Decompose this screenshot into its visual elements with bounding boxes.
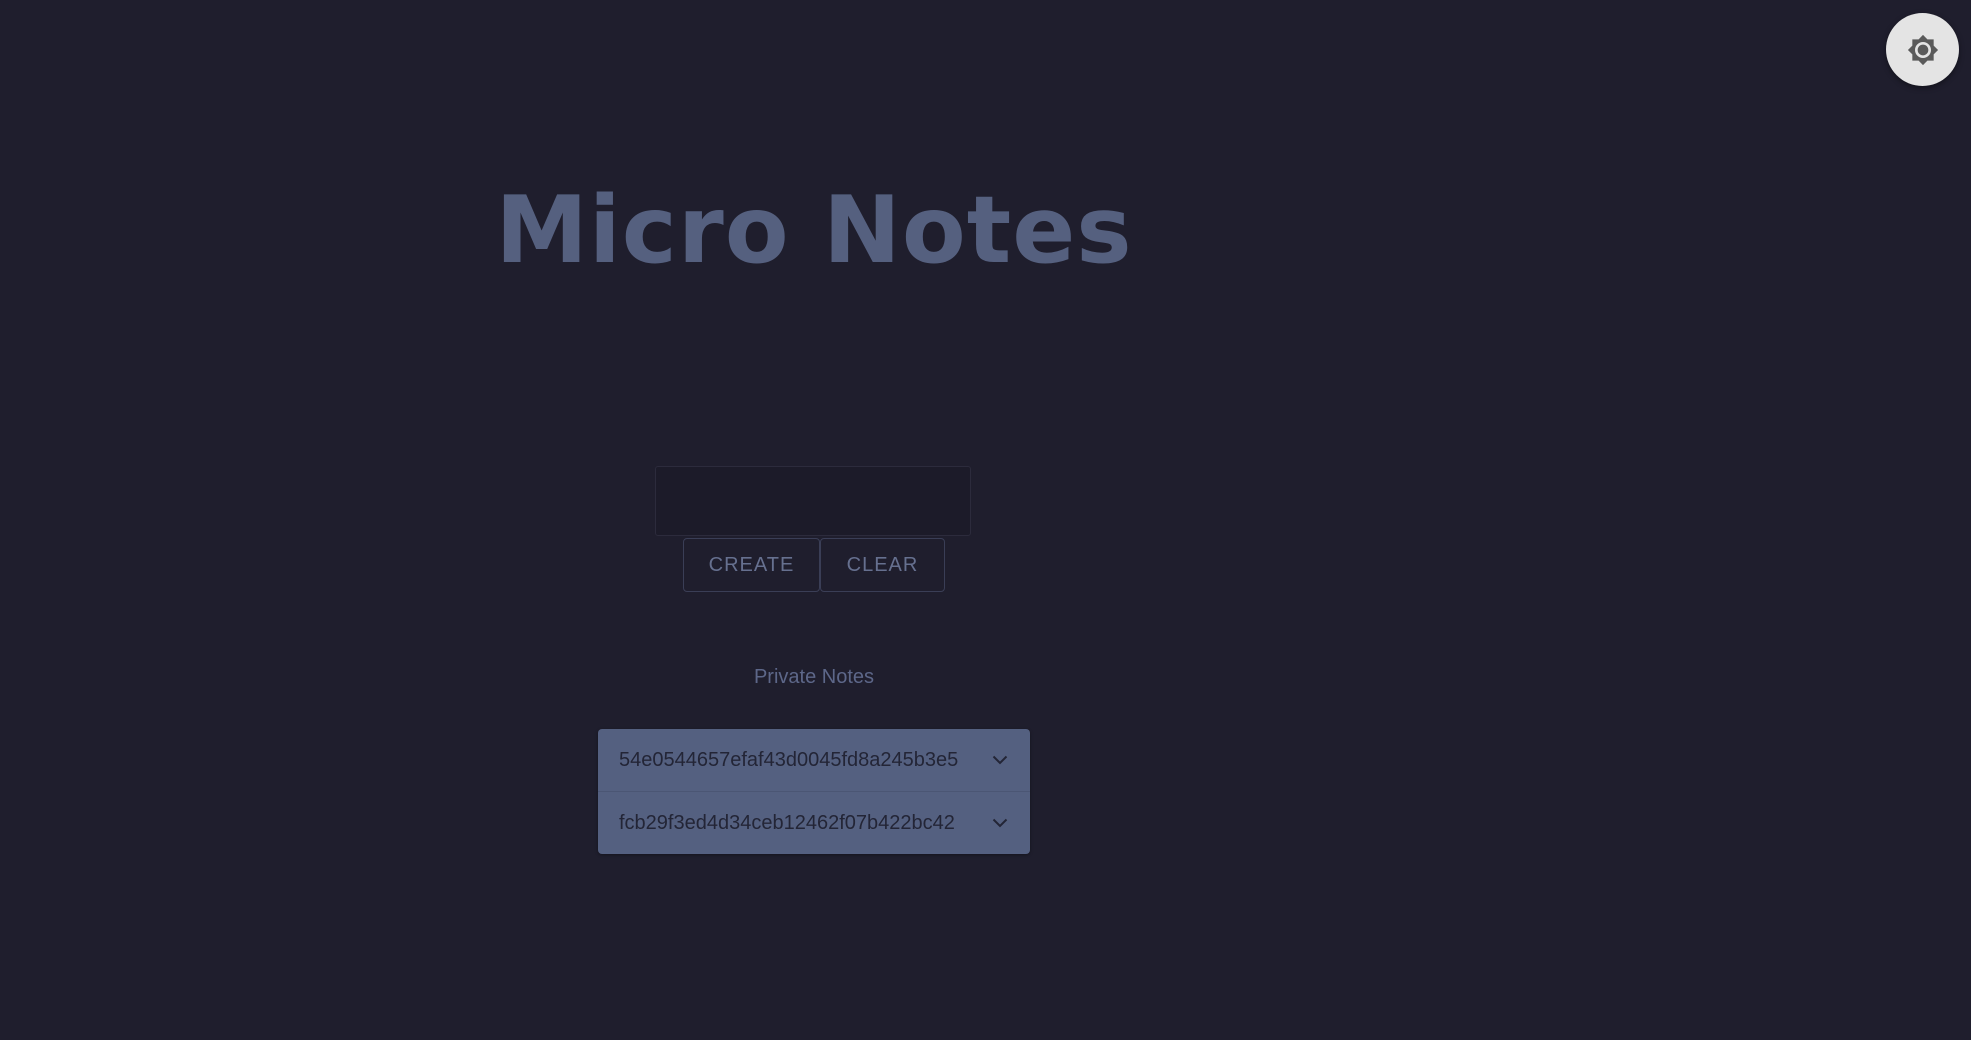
- app-root: Micro Notes CREATE CLEAR Private Notes 5…: [0, 0, 1971, 1040]
- note-item[interactable]: fcb29f3ed4d34ceb12462f07b422bc42: [598, 791, 1030, 854]
- note-id: 54e0544657efaf43d0045fd8a245b3e5: [619, 748, 959, 771]
- chevron-down-icon[interactable]: [990, 813, 1010, 833]
- private-notes-list: 54e0544657efaf43d0045fd8a245b3e5 fcb29f3…: [598, 729, 1030, 854]
- chevron-down-icon[interactable]: [990, 750, 1010, 770]
- brightness-icon: [1907, 34, 1938, 65]
- note-input[interactable]: [655, 466, 971, 536]
- private-notes-heading: Private Notes: [753, 666, 875, 688]
- note-id: fcb29f3ed4d34ceb12462f07b422bc42: [619, 811, 955, 834]
- clear-button[interactable]: CLEAR: [820, 538, 945, 592]
- note-item[interactable]: 54e0544657efaf43d0045fd8a245b3e5: [598, 729, 1030, 791]
- create-button[interactable]: CREATE: [683, 538, 820, 592]
- theme-toggle-button[interactable]: [1886, 13, 1959, 86]
- page-title: Micro Notes: [495, 176, 1133, 284]
